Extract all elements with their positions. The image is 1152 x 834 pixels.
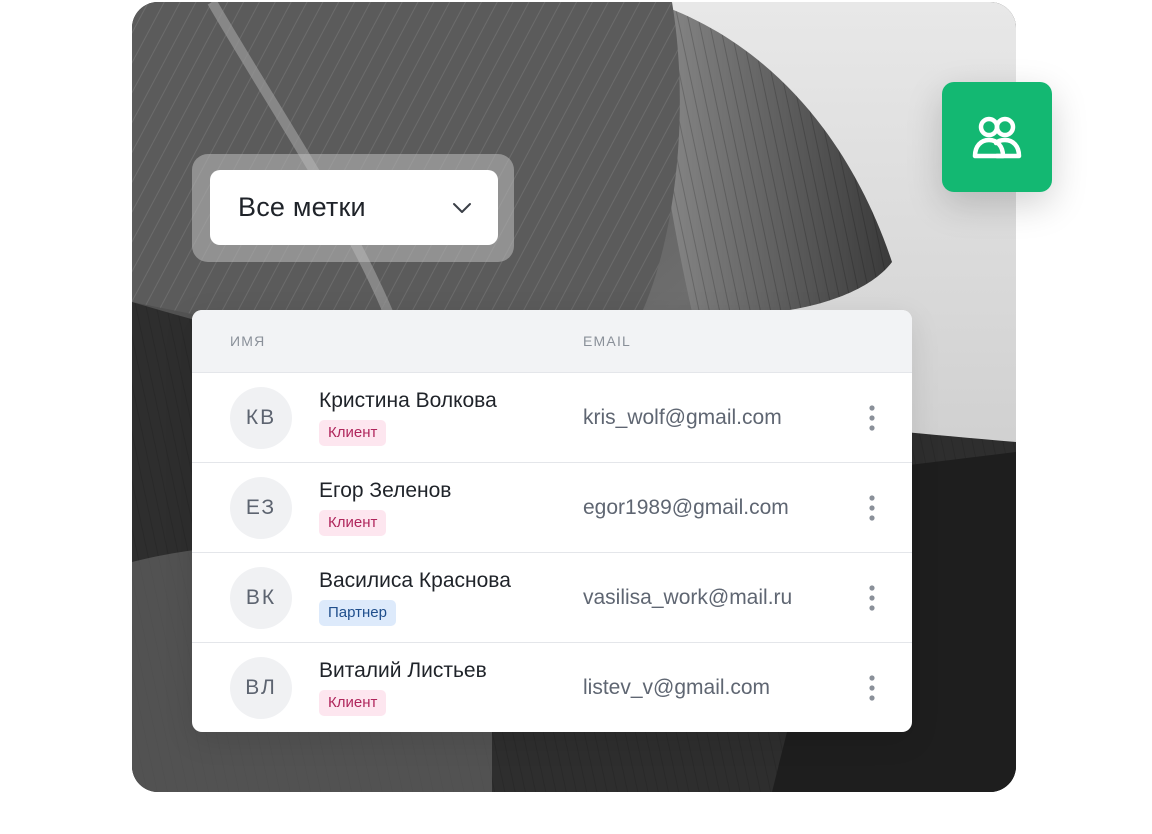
tag-badge: Партнер <box>319 600 396 626</box>
contact-name: Егор Зеленов <box>319 479 452 502</box>
contact-name: Виталий Листьев <box>319 659 487 682</box>
tag-filter-dropdown[interactable]: Все метки <box>210 170 498 245</box>
more-options-button[interactable] <box>860 582 884 614</box>
table-row[interactable]: ВК Василиса Краснова Партнер vasilisa_wo… <box>192 552 912 642</box>
contacts-table: ИМЯ EMAIL КВ Кристина Волкова Клиент kri… <box>192 310 912 732</box>
contact-email: egor1989@gmail.com <box>583 496 789 519</box>
more-options-button[interactable] <box>860 492 884 524</box>
more-options-button[interactable] <box>860 402 884 434</box>
avatar: ВК <box>230 567 292 629</box>
chevron-down-icon <box>453 202 471 213</box>
column-header-email[interactable]: EMAIL <box>583 333 631 349</box>
contact-name: Василиса Краснова <box>319 569 511 592</box>
table-header: ИМЯ EMAIL <box>192 310 912 372</box>
table-row[interactable]: ЕЗ Егор Зеленов Клиент egor1989@gmail.co… <box>192 462 912 552</box>
more-vertical-icon <box>869 495 875 521</box>
tag-badge: Клиент <box>319 510 387 536</box>
more-vertical-icon <box>869 675 875 701</box>
tag-badge: Клиент <box>319 420 387 446</box>
avatar: КВ <box>230 387 292 449</box>
avatar: ЕЗ <box>230 477 292 539</box>
column-header-name[interactable]: ИМЯ <box>230 333 265 349</box>
contacts-app-badge[interactable] <box>942 82 1052 192</box>
tag-filter-label: Все метки <box>238 192 366 222</box>
more-vertical-icon <box>869 405 875 431</box>
contact-email: kris_wolf@gmail.com <box>583 406 782 429</box>
contact-email: vasilisa_work@mail.ru <box>583 586 793 609</box>
tag-badge: Клиент <box>319 690 387 716</box>
contact-email: listev_v@gmail.com <box>583 676 771 699</box>
contact-name: Кристина Волкова <box>319 389 497 412</box>
table-row[interactable]: ВЛ Виталий Листьев Клиент listev_v@gmail… <box>192 642 912 732</box>
more-options-button[interactable] <box>860 672 884 704</box>
table-row[interactable]: КВ Кристина Волкова Клиент kris_wolf@gma… <box>192 372 912 462</box>
users-icon <box>972 116 1022 159</box>
avatar: ВЛ <box>230 657 292 719</box>
filter-container: Все метки <box>192 154 514 262</box>
more-vertical-icon <box>869 585 875 611</box>
